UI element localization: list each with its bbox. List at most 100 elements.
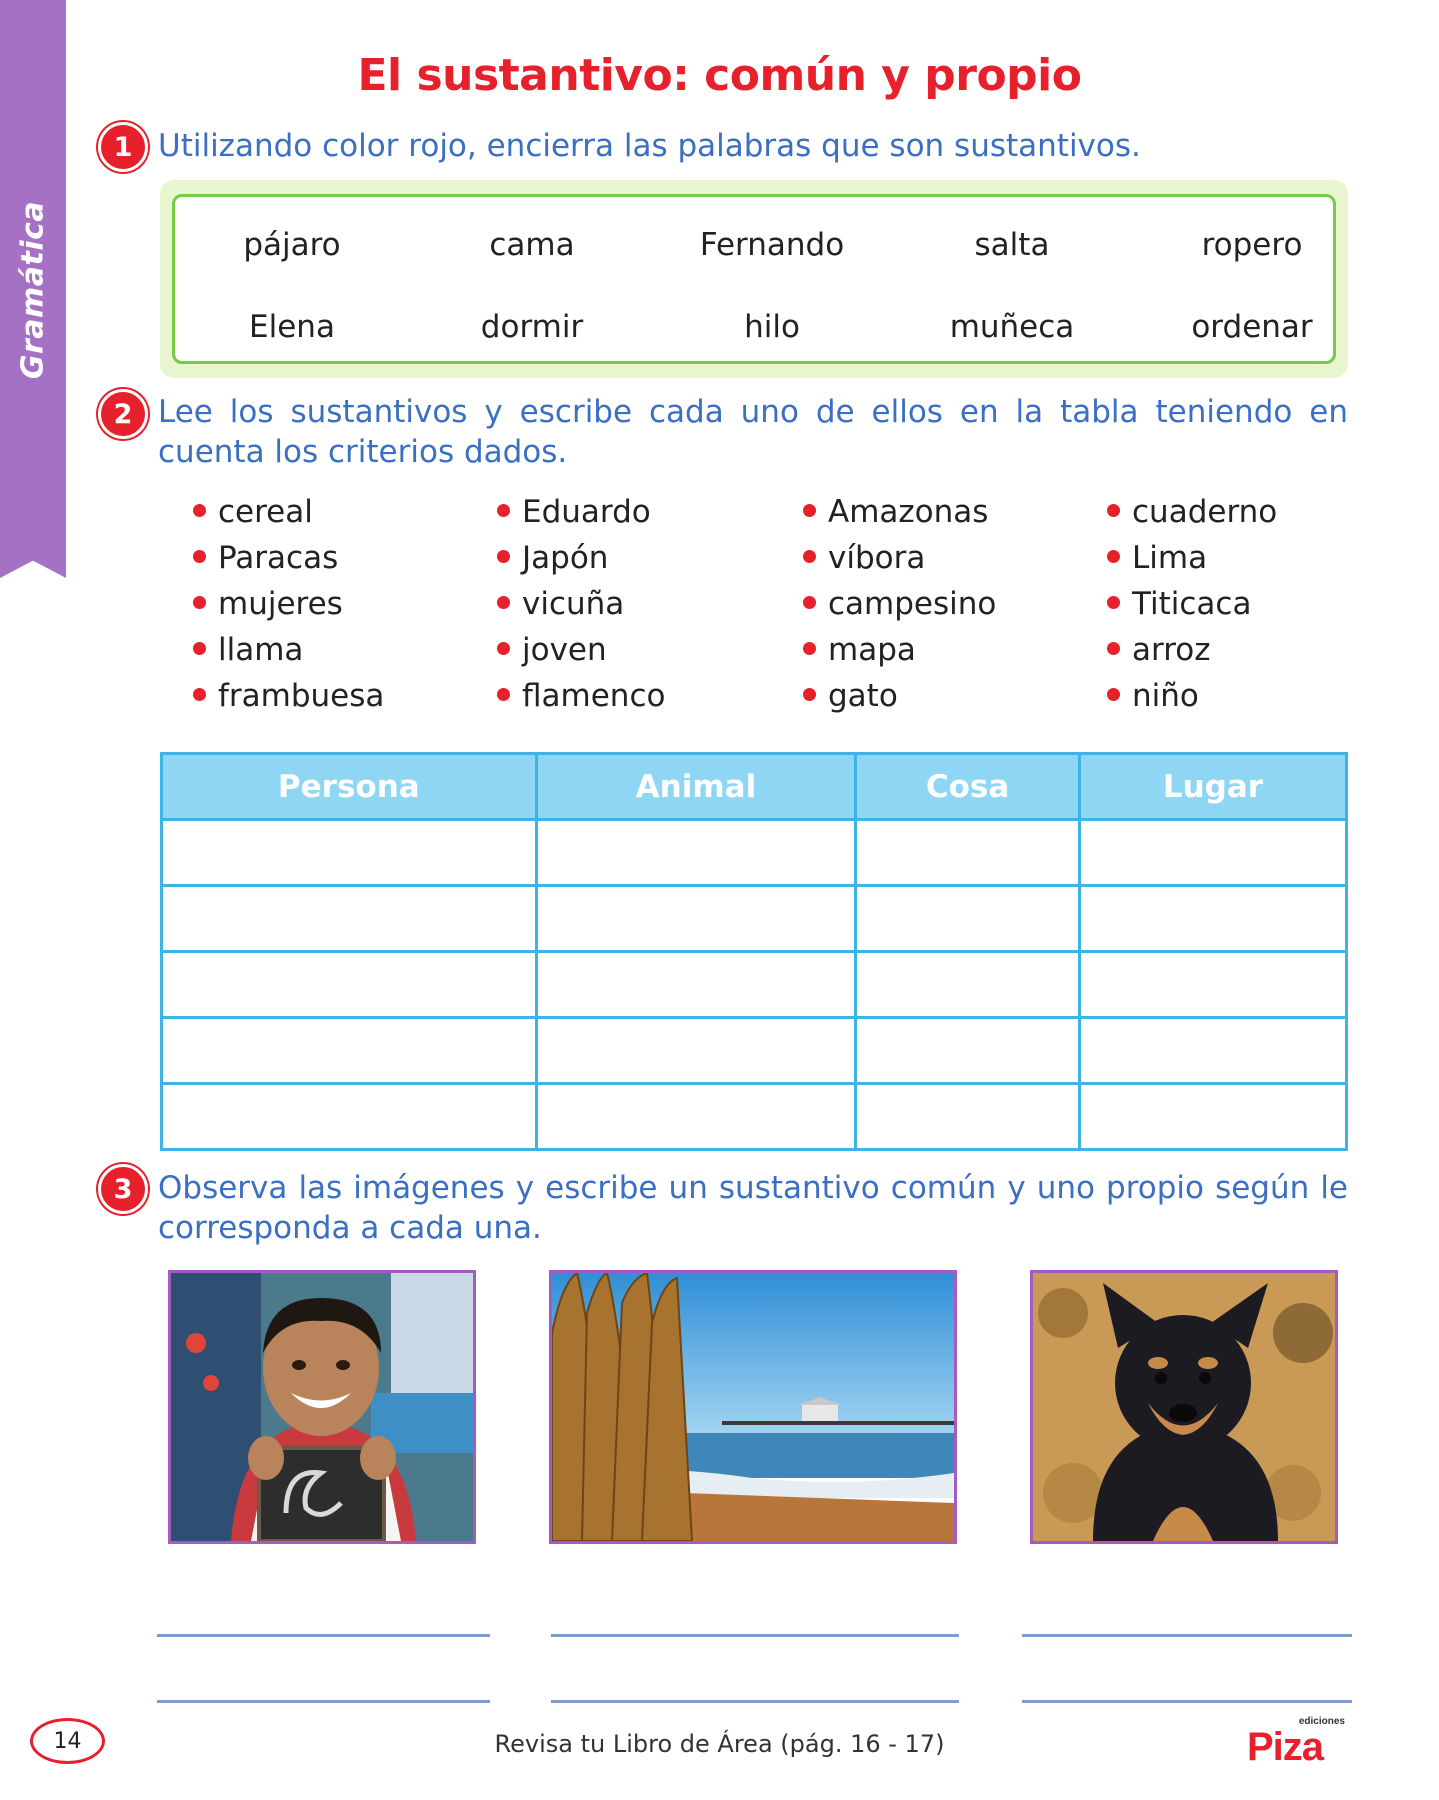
list-item: cuaderno [1107, 494, 1277, 530]
bullet-icon [193, 550, 206, 563]
bullet-icon [803, 642, 816, 655]
table-cell[interactable] [534, 818, 858, 887]
table-cell[interactable] [160, 950, 538, 1019]
exercise-3-instruction: Observa las imágenes y escribe un sustan… [158, 1170, 1348, 1246]
table-row [160, 1082, 1349, 1151]
bullet-icon [1107, 504, 1120, 517]
bullet-icon [193, 504, 206, 517]
word[interactable]: Fernando [652, 227, 892, 263]
answer-line[interactable] [157, 1700, 490, 1703]
answer-line[interactable] [551, 1700, 959, 1703]
bullet-icon [193, 688, 206, 701]
bullet-icon [497, 642, 510, 655]
table-cell[interactable] [160, 818, 538, 887]
table-header-animal: Animal [534, 752, 858, 821]
list-item: vicuña [497, 586, 624, 622]
list-item: mujeres [193, 586, 343, 622]
table-cell[interactable] [534, 950, 858, 1019]
child-photo [168, 1270, 476, 1544]
list-item: Lima [1107, 540, 1207, 576]
table-row [160, 950, 1349, 1019]
list-item: Eduardo [497, 494, 651, 530]
list-item: joven [497, 632, 607, 668]
list-item: llama [193, 632, 303, 668]
table-header-cosa: Cosa [854, 752, 1081, 821]
table-cell[interactable] [160, 884, 538, 953]
list-item: cereal [193, 494, 313, 530]
exercise-2-instruction: Lee los sustantivos y escribe cada uno d… [158, 394, 1348, 470]
table-cell[interactable] [534, 1016, 858, 1085]
list-item: niño [1107, 678, 1199, 714]
side-tab-label: Gramática [15, 200, 51, 380]
beach-photo [549, 1270, 957, 1544]
dog-photo [1030, 1270, 1338, 1544]
table-cell[interactable] [854, 884, 1081, 953]
word-box-border: pájaro cama Fernando salta ropero Elena … [172, 194, 1336, 364]
table-header-persona: Persona [160, 752, 538, 821]
exercise-1-number: 1 [98, 122, 148, 172]
table-cell[interactable] [160, 1082, 538, 1151]
list-item: gato [803, 678, 898, 714]
bullet-icon [497, 550, 510, 563]
list-item: Amazonas [803, 494, 988, 530]
list-item: frambuesa [193, 678, 384, 714]
bullet-icon [803, 550, 816, 563]
answer-line[interactable] [551, 1634, 959, 1637]
table-cell[interactable] [1077, 818, 1349, 887]
table-cell[interactable] [1077, 884, 1349, 953]
table-cell[interactable] [854, 818, 1081, 887]
bullet-icon [1107, 596, 1120, 609]
bullet-icon [497, 504, 510, 517]
footer-reference: Revisa tu Libro de Área (pág. 16 - 17) [494, 1730, 945, 1758]
table-cell[interactable] [1077, 1082, 1349, 1151]
table-row [160, 884, 1349, 953]
list-item: Japón [497, 540, 608, 576]
classification-table: Persona Animal Cosa Lugar [160, 752, 1349, 1151]
word[interactable]: cama [412, 227, 652, 263]
exercise-2-number: 2 [98, 389, 148, 439]
word[interactable]: muñeca [892, 309, 1132, 345]
table-cell[interactable] [854, 1016, 1081, 1085]
table-cell[interactable] [1077, 1016, 1349, 1085]
bullet-icon [803, 688, 816, 701]
bullet-icon [1107, 688, 1120, 701]
list-item: víbora [803, 540, 925, 576]
bullet-icon [193, 642, 206, 655]
bullet-icon [803, 504, 816, 517]
word[interactable]: dormir [412, 309, 652, 345]
bullet-icon [803, 596, 816, 609]
bullet-icon [497, 596, 510, 609]
publisher-logo: ediciones Piza [1245, 1712, 1355, 1769]
bullet-icon [1107, 550, 1120, 563]
list-item: campesino [803, 586, 996, 622]
word[interactable]: pájaro [172, 227, 412, 263]
list-item: Titicaca [1107, 586, 1251, 622]
answer-line[interactable] [1022, 1634, 1352, 1637]
table-header-row: Persona Animal Cosa Lugar [160, 752, 1349, 821]
answer-line[interactable] [1022, 1700, 1352, 1703]
list-item: arroz [1107, 632, 1211, 668]
bullet-icon [497, 688, 510, 701]
list-item: flamenco [497, 678, 665, 714]
table-cell[interactable] [854, 950, 1081, 1019]
list-item: Paracas [193, 540, 338, 576]
word[interactable]: ordenar [1132, 309, 1372, 345]
word-box: pájaro cama Fernando salta ropero Elena … [160, 180, 1348, 378]
word[interactable]: ropero [1132, 227, 1372, 263]
table-cell[interactable] [854, 1082, 1081, 1151]
answer-line[interactable] [157, 1634, 490, 1637]
word[interactable]: Elena [172, 309, 412, 345]
exercise-1-instruction: Utilizando color rojo, encierra las pala… [158, 128, 1141, 164]
table-cell[interactable] [534, 1082, 858, 1151]
table-cell[interactable] [1077, 950, 1349, 1019]
table-cell[interactable] [160, 1016, 538, 1085]
word[interactable]: salta [892, 227, 1132, 263]
logo-main-text: Piza [1247, 1725, 1325, 1768]
bullet-icon [193, 596, 206, 609]
list-item: mapa [803, 632, 916, 668]
word[interactable]: hilo [652, 309, 892, 345]
bullet-icon [1107, 642, 1120, 655]
table-row [160, 1016, 1349, 1085]
page-title: El sustantivo: común y propio [357, 50, 1082, 101]
table-cell[interactable] [534, 884, 858, 953]
